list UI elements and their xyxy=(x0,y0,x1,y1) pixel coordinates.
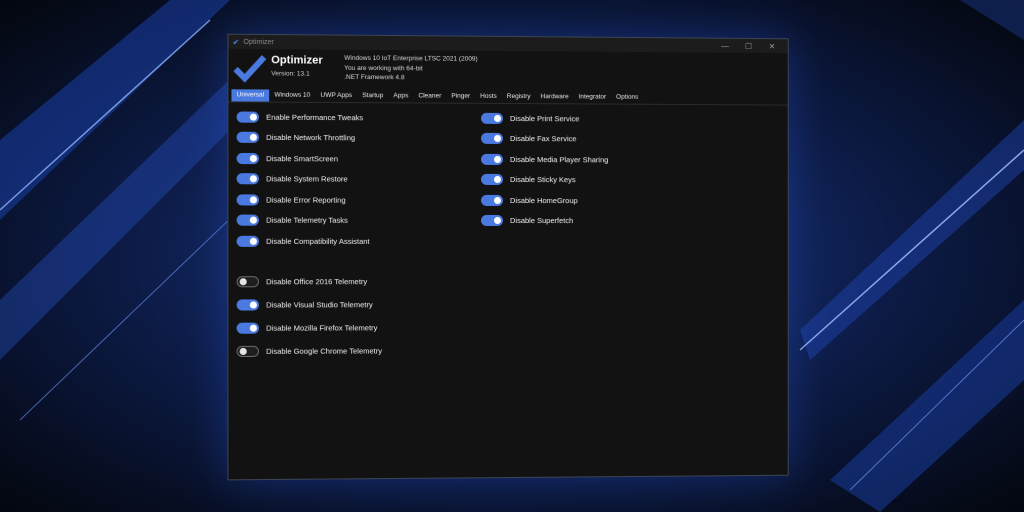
tab-apps[interactable]: Apps xyxy=(388,90,413,102)
toggle-row-disable-office-2016-telemetry[interactable]: Disable Office 2016 Telemetry xyxy=(237,270,382,293)
optimizer-window: ✔ Optimizer — ☐ ✕ Optimizer Version: 13.… xyxy=(227,34,788,481)
toggle-switch-on[interactable] xyxy=(237,153,259,164)
toggle-row-disable-homegroup[interactable]: Disable HomeGroup xyxy=(481,190,608,211)
toggle-row-disable-sticky-keys[interactable]: Disable Sticky Keys xyxy=(481,169,608,190)
maximize-button[interactable]: ☐ xyxy=(737,41,761,50)
toggle-label: Disable SmartScreen xyxy=(266,154,338,163)
toggle-row-disable-fax-service[interactable]: Disable Fax Service xyxy=(481,128,608,149)
toggle-row-disable-visual-studio-telemetry[interactable]: Disable Visual Studio Telemetry xyxy=(237,293,382,316)
toggle-row-disable-media-player-sharing[interactable]: Disable Media Player Sharing xyxy=(481,149,608,170)
toggle-label: Disable Fax Service xyxy=(510,134,576,143)
tab-universal[interactable]: Universal xyxy=(231,89,269,101)
toggle-row-disable-mozilla-firefox-telemetry[interactable]: Disable Mozilla Firefox Telemetry xyxy=(237,316,382,340)
toggle-switch-on[interactable] xyxy=(237,194,259,205)
system-info: Windows 10 IoT Enterprise LTSC 2021 (200… xyxy=(344,54,478,84)
toggle-switch-on[interactable] xyxy=(237,236,259,247)
toggle-label: Disable Telemetry Tasks xyxy=(266,216,348,225)
toggle-switch-on[interactable] xyxy=(237,215,259,226)
toggle-label: Disable System Restore xyxy=(266,175,348,184)
toggle-switch-on[interactable] xyxy=(481,133,503,144)
app-header: Optimizer Version: 13.1 Windows 10 IoT E… xyxy=(228,49,787,93)
toggle-switch-on[interactable] xyxy=(237,322,259,333)
tab-startup[interactable]: Startup xyxy=(357,90,388,102)
toggle-row-disable-print-service[interactable]: Disable Print Service xyxy=(481,108,608,129)
tab-registry[interactable]: Registry xyxy=(502,91,536,103)
toggle-row-disable-network-throttling[interactable]: Disable Network Throttling xyxy=(237,127,382,148)
toggle-label: Disable Superfetch xyxy=(510,216,573,225)
tab-windows-10[interactable]: Windows 10 xyxy=(269,89,315,101)
toggle-label: Disable Compatibility Assistant xyxy=(266,237,369,246)
toggle-switch-on[interactable] xyxy=(237,111,259,122)
toggle-switch-on[interactable] xyxy=(237,132,259,143)
toggle-label: Enable Performance Tweaks xyxy=(266,112,363,122)
os-info: Windows 10 IoT Enterprise LTSC 2021 (200… xyxy=(344,54,478,65)
toggle-row-disable-telemetry-tasks[interactable]: Disable Telemetry Tasks xyxy=(237,210,382,231)
toggle-switch-on[interactable] xyxy=(481,174,503,185)
app-version: Version: 13.1 xyxy=(271,70,328,77)
toggle-row-disable-system-restore[interactable]: Disable System Restore xyxy=(237,169,382,190)
toggle-switch-on[interactable] xyxy=(481,113,503,124)
toggle-row-disable-smartscreen[interactable]: Disable SmartScreen xyxy=(237,148,382,169)
group-spacer xyxy=(237,251,382,269)
window-title: Optimizer xyxy=(243,38,713,49)
tab-pinger[interactable]: Pinger xyxy=(446,91,475,103)
toggle-label: Disable Office 2016 Telemetry xyxy=(266,277,367,286)
toggle-switch-on[interactable] xyxy=(481,215,503,226)
toggle-switch-on[interactable] xyxy=(481,154,503,165)
toggle-label: Disable Visual Studio Telemetry xyxy=(266,300,373,309)
toggle-switch-on[interactable] xyxy=(237,173,259,184)
app-name: Optimizer xyxy=(271,54,328,67)
minimize-button[interactable]: — xyxy=(713,41,737,50)
tab-options[interactable]: Options xyxy=(611,92,643,104)
toggle-row-disable-compatibility-assistant[interactable]: Disable Compatibility Assistant xyxy=(237,231,382,252)
toggle-switch-off[interactable] xyxy=(237,276,259,287)
app-check-icon: ✔ xyxy=(233,37,240,46)
tab-hosts[interactable]: Hosts xyxy=(475,91,502,103)
toggle-label: Disable Sticky Keys xyxy=(510,175,576,184)
checkmark-logo-icon xyxy=(233,53,268,84)
toggle-row-disable-google-chrome-telemetry[interactable]: Disable Google Chrome Telemetry xyxy=(237,339,382,363)
universal-panel: Enable Performance Tweaks Disable Network… xyxy=(228,102,787,480)
toggle-row-disable-error-reporting[interactable]: Disable Error Reporting xyxy=(237,189,382,210)
toggle-label: Disable Media Player Sharing xyxy=(510,155,608,164)
tab-hardware[interactable]: Hardware xyxy=(536,91,574,103)
right-toggle-column: Disable Print Service Disable Fax Service… xyxy=(481,108,608,231)
left-toggle-column: Enable Performance Tweaks Disable Network… xyxy=(237,106,382,362)
toggle-label: Disable Print Service xyxy=(510,114,579,123)
tab-integrator[interactable]: Integrator xyxy=(574,91,612,103)
toggle-row-enable-performance-tweaks[interactable]: Enable Performance Tweaks xyxy=(237,106,382,127)
toggle-label: Disable HomeGroup xyxy=(510,196,578,205)
toggle-switch-on[interactable] xyxy=(481,195,503,206)
toggle-label: Disable Network Throttling xyxy=(266,133,355,142)
toggle-switch-on[interactable] xyxy=(237,299,259,310)
tab-uwp-apps[interactable]: UWP Apps xyxy=(315,90,357,102)
close-button[interactable]: ✕ xyxy=(760,42,784,51)
toggle-label: Disable Mozilla Firefox Telemetry xyxy=(266,323,377,332)
toggle-label: Disable Error Reporting xyxy=(266,195,345,204)
tab-cleaner[interactable]: Cleaner xyxy=(413,90,446,102)
toggle-switch-off[interactable] xyxy=(237,345,259,356)
toggle-label: Disable Google Chrome Telemetry xyxy=(266,346,382,355)
toggle-row-disable-superfetch[interactable]: Disable Superfetch xyxy=(481,210,608,231)
framework-info: .NET Framework 4.8 xyxy=(344,73,478,83)
